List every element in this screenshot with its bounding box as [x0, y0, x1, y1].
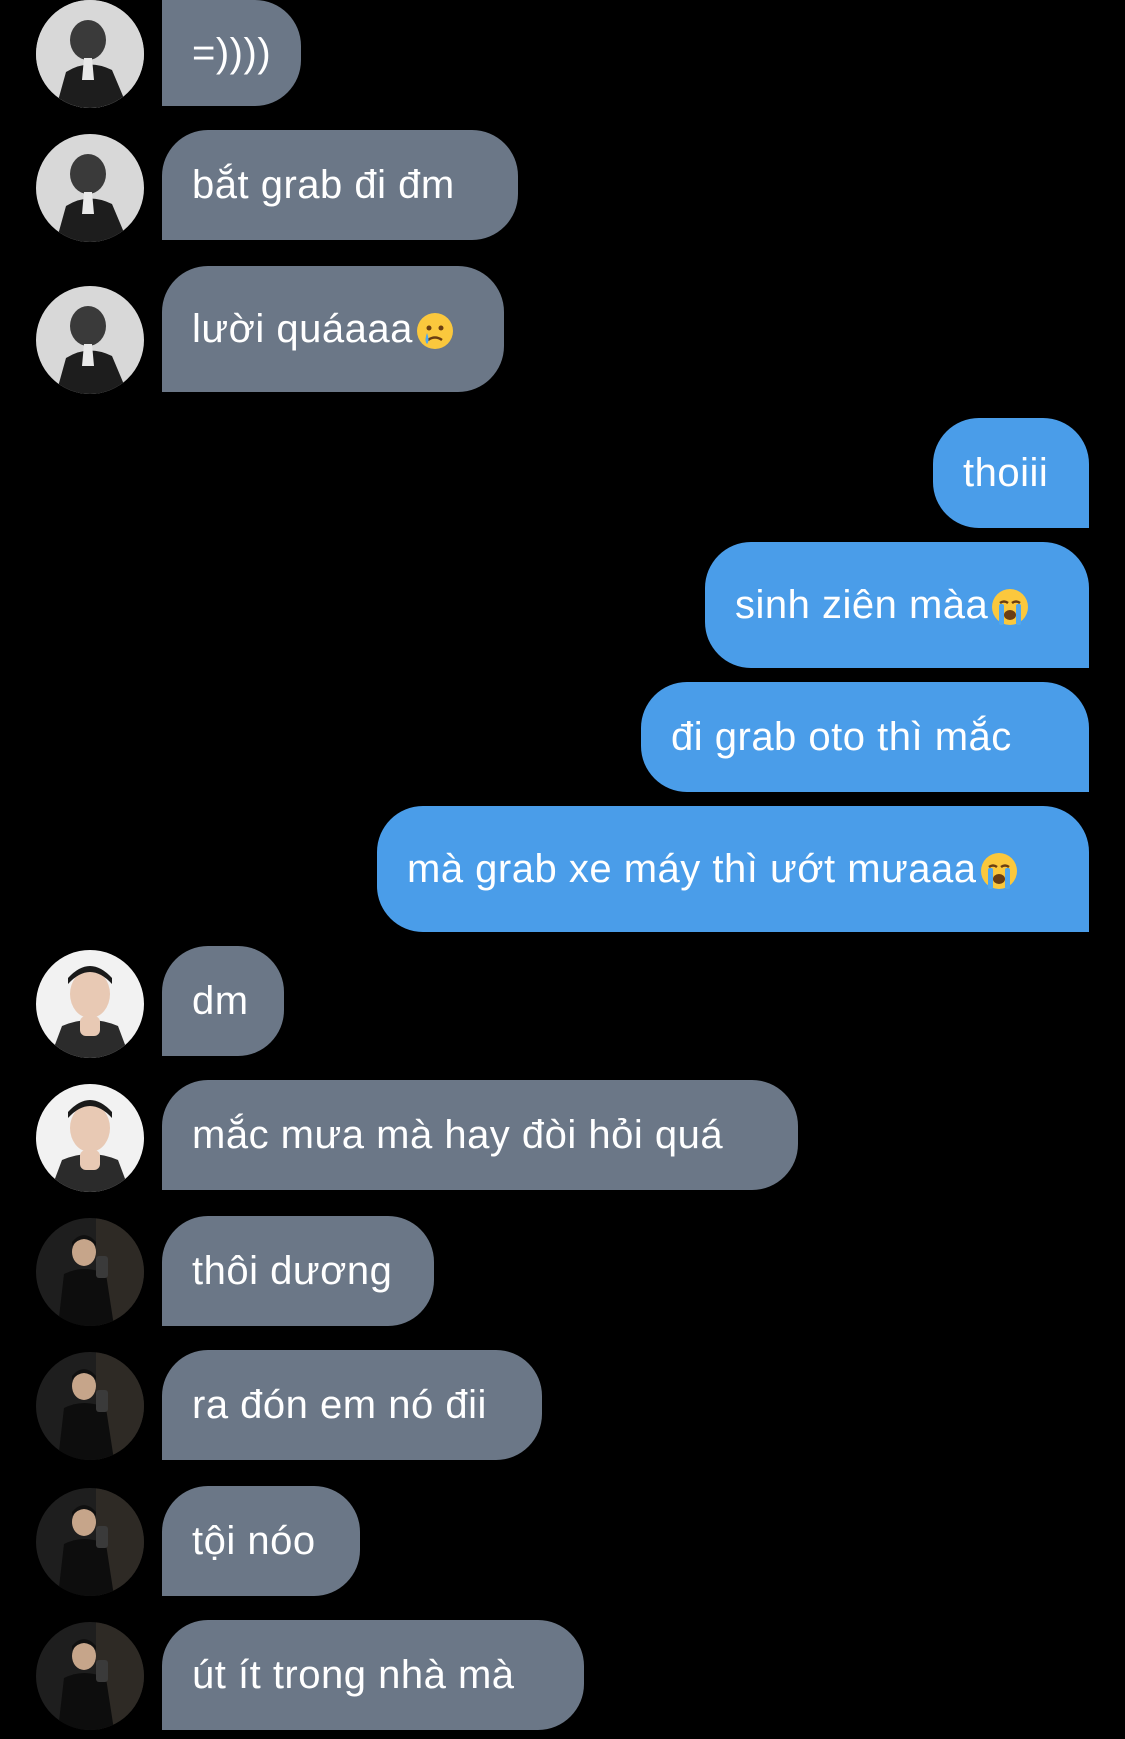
message-text: dm: [192, 978, 249, 1023]
chat-thread[interactable]: =)))) bắt grab đi đm lười quáaaa thoiii …: [0, 0, 1125, 1739]
message-bubble-outgoing[interactable]: mà grab xe máy thì ướt mưaaa: [377, 806, 1089, 932]
message-text: lười quáaaa: [192, 306, 413, 351]
avatar[interactable]: [36, 0, 144, 108]
message-bubble-outgoing[interactable]: thoiii: [933, 418, 1089, 528]
avatar[interactable]: [36, 1488, 144, 1596]
message-bubble-incoming[interactable]: tội nóo: [162, 1486, 360, 1596]
message-text: tội nóo: [192, 1518, 316, 1563]
message-text: bắt grab đi đm: [192, 162, 455, 207]
avatar[interactable]: [36, 1218, 144, 1326]
message-text: thoiii: [963, 450, 1049, 495]
message-bubble-incoming[interactable]: =)))): [162, 0, 302, 106]
message-text: sinh ziên màa: [735, 582, 989, 627]
avatar[interactable]: [36, 134, 144, 242]
message-text: mà grab xe máy thì ướt mưaaa: [407, 846, 977, 891]
message-text: mắc mưa mà hay đòi hỏi quá: [192, 1112, 724, 1157]
avatar[interactable]: [36, 1084, 144, 1192]
avatar[interactable]: [36, 950, 144, 1058]
message-bubble-incoming[interactable]: út ít trong nhà mà: [162, 1620, 584, 1730]
message-bubble-outgoing[interactable]: đi grab oto thì mắc: [641, 682, 1089, 792]
message-bubble-incoming[interactable]: mắc mưa mà hay đòi hỏi quá: [162, 1080, 798, 1190]
message-text: ra đón em nó đii: [192, 1382, 487, 1427]
avatar[interactable]: [36, 286, 144, 394]
loudly-crying-face-emoji: [990, 587, 1030, 627]
message-bubble-incoming[interactable]: thôi dương: [162, 1216, 434, 1326]
message-bubble-outgoing[interactable]: sinh ziên màa: [705, 542, 1089, 668]
message-text: đi grab oto thì mắc: [671, 714, 1012, 759]
message-bubble-incoming[interactable]: bắt grab đi đm: [162, 130, 518, 240]
message-bubble-incoming[interactable]: ra đón em nó đii: [162, 1350, 542, 1460]
message-bubble-incoming[interactable]: dm: [162, 946, 284, 1056]
message-text: =)))): [192, 30, 272, 75]
message-bubble-incoming[interactable]: lười quáaaa: [162, 266, 504, 392]
message-text: thôi dương: [192, 1248, 393, 1293]
message-text: út ít trong nhà mà: [192, 1652, 515, 1697]
loudly-crying-face-emoji: [979, 851, 1019, 891]
avatar[interactable]: [36, 1352, 144, 1460]
crying-face-emoji: [415, 311, 455, 351]
avatar[interactable]: [36, 1622, 144, 1730]
